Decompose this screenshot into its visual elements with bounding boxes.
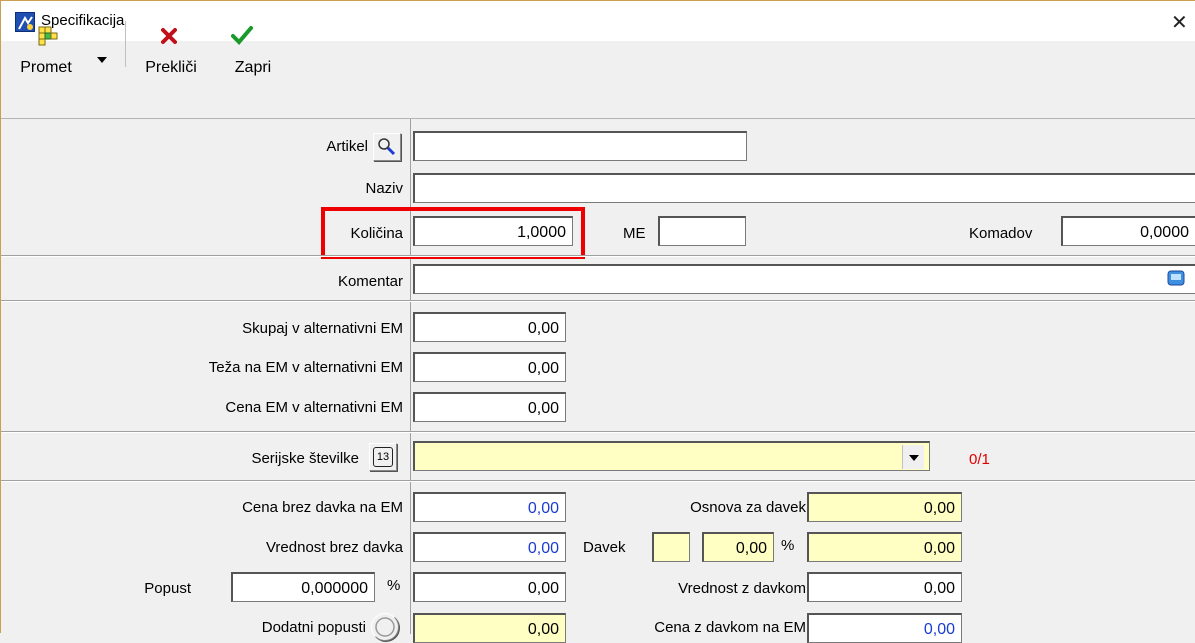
promet-icon <box>37 25 59 50</box>
davek-percent-unit: % <box>781 537 795 554</box>
chevron-down-icon[interactable] <box>902 445 924 469</box>
komadov-input[interactable]: 0,0000 <box>1061 216 1195 246</box>
divider-highlight <box>1 256 1195 257</box>
cena-alt-label: Cena EM v alternativni EM <box>225 399 403 416</box>
serial-numbers-icon: 13 <box>373 447 393 467</box>
dodatni-popusti-label: Dodatni popusti <box>261 619 366 636</box>
divider-highlight <box>1 301 1195 302</box>
popust-percent-unit: % <box>387 577 401 594</box>
skupaj-alt-label: Skupaj v alternativni EM <box>242 320 403 337</box>
magnifier-icon <box>378 138 396 156</box>
naziv-label: Naziv <box>365 180 403 197</box>
cena-z-davkom-input[interactable]: 0,00 <box>807 613 962 643</box>
davek-label: Davek <box>583 539 626 556</box>
app-icon <box>15 12 35 32</box>
naziv-input[interactable] <box>413 173 1195 203</box>
komadov-label: Komadov <box>969 225 1033 242</box>
toolbar-separator <box>125 21 126 67</box>
promet-label: Promet <box>20 59 72 76</box>
popust-amount-input[interactable]: 0,00 <box>413 572 566 602</box>
label-column-divider <box>410 119 411 634</box>
artikel-label: Artikel <box>326 138 368 155</box>
vrednost-brez-davka-input[interactable]: 0,00 <box>413 532 566 562</box>
divider-highlight <box>1 432 1195 433</box>
toolbar: Promet Prekliči Zapri <box>1 21 1195 119</box>
zapri-label: Zapri <box>234 59 272 76</box>
popust-label: Popust <box>144 580 191 597</box>
kolicina-highlight-box <box>321 207 585 259</box>
me-label: ME <box>623 225 646 242</box>
komentar-input[interactable] <box>413 264 1195 294</box>
close-icon[interactable]: ✕ <box>1171 10 1188 34</box>
cena-z-davkom-label: Cena z davkom na EM <box>654 619 806 636</box>
artikel-input[interactable] <box>413 131 747 161</box>
me-input[interactable] <box>658 216 746 246</box>
vrednost-brez-davka-label: Vrednost brez davka <box>265 539 403 556</box>
cancel-x-icon <box>161 27 177 48</box>
title-bar: Specifikacija ✕ <box>1 1 1195 41</box>
davek-code-input[interactable] <box>652 532 690 562</box>
promet-dropdown-arrow-icon[interactable] <box>97 57 107 63</box>
checkmark-icon <box>231 25 253 48</box>
serijske-label: Serijske številke <box>251 450 359 467</box>
specifikacija-window: Specifikacija ✕ Promet Prekliči Zapri Ar… <box>0 0 1195 643</box>
specification-form: Artikel Naziv Količina 1,0000 ME Komadov… <box>1 119 1195 643</box>
cena-brez-davka-label: Cena brez davka na EM <box>242 499 403 516</box>
teza-alt-input[interactable]: 0,00 <box>413 352 566 382</box>
zapri-button[interactable]: Zapri <box>223 59 283 77</box>
popust-input[interactable]: 0,000000 <box>231 572 375 602</box>
osnova-za-davek-label: Osnova za davek <box>690 499 806 516</box>
vrednost-z-davkom-input[interactable]: 0,00 <box>807 572 962 602</box>
serijske-button[interactable]: 13 <box>369 443 397 471</box>
davek-rate-input: 0,00 <box>702 532 774 562</box>
divider-highlight <box>1 481 1195 482</box>
dodatni-popusti-input: 0,00 <box>413 613 566 643</box>
preklici-label: Prekliči <box>145 59 197 76</box>
artikel-search-button[interactable] <box>373 133 401 161</box>
serijske-combobox[interactable] <box>413 441 930 471</box>
davek-value-input: 0,00 <box>807 532 962 562</box>
dodatni-popusti-button[interactable] <box>371 613 399 641</box>
coin-icon <box>375 617 395 637</box>
preklici-button[interactable]: Prekliči <box>139 59 203 77</box>
vrednost-z-davkom-label: Vrednost z davkom <box>678 580 806 597</box>
serijske-count: 0/1 <box>969 451 990 468</box>
teza-alt-label: Teža na EM v alternativni EM <box>208 359 403 376</box>
osnova-za-davek-input: 0,00 <box>807 492 962 522</box>
skupaj-alt-input[interactable]: 0,00 <box>413 312 566 342</box>
cena-brez-davka-input[interactable]: 0,00 <box>413 492 566 522</box>
komentar-edit-icon[interactable] <box>1166 269 1188 292</box>
promet-button[interactable]: Promet <box>3 59 89 77</box>
komentar-label: Komentar <box>337 273 403 290</box>
cena-alt-input[interactable]: 0,00 <box>413 392 566 422</box>
